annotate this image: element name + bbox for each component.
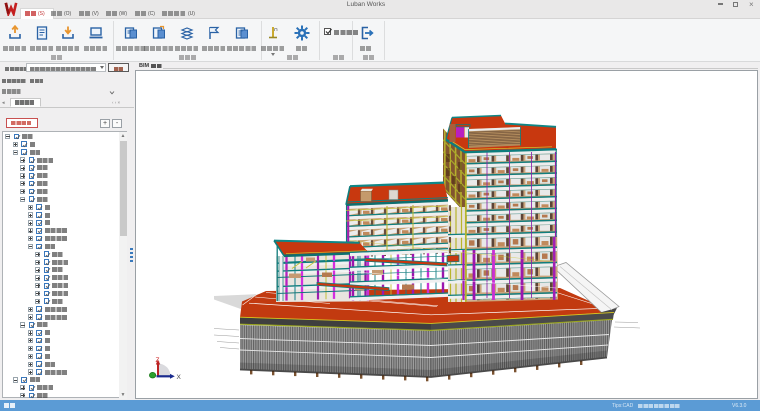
svg-text:X: X xyxy=(177,374,182,381)
svg-text:Z: Z xyxy=(156,357,160,364)
